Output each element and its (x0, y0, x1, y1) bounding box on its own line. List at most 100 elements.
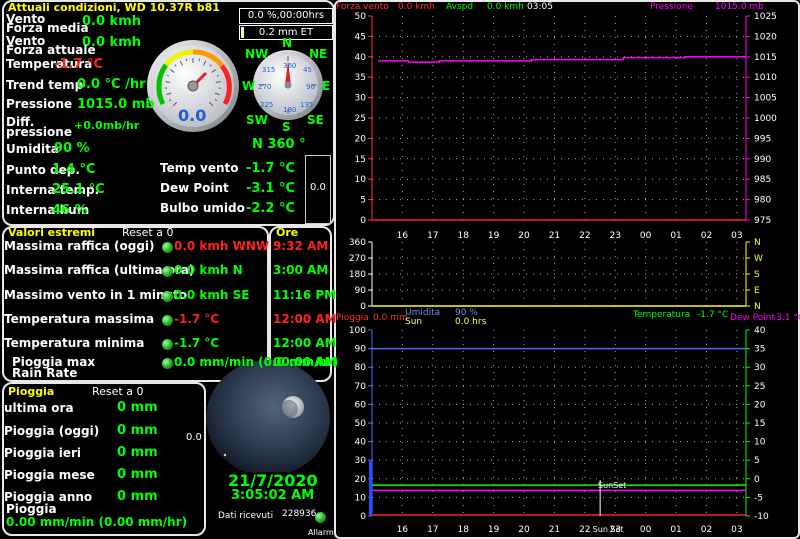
extremes-reset-link[interactable]: Reset a 0 (122, 226, 173, 239)
bottom-chart-x-label: 02 (701, 525, 712, 535)
bottom-chart-tick-label-right: 15 (754, 419, 765, 429)
top-chart-tick-label-left: 40 (355, 53, 367, 63)
wind-direction-readout: N 360 ° (252, 137, 306, 152)
compass-e: E (322, 79, 331, 93)
top-chart-x-label: 02 (701, 231, 712, 241)
compass-degree: 90 (306, 83, 315, 91)
compass-se: SE (307, 113, 324, 127)
extreme-value: 0.0 kmh WNW (174, 239, 270, 253)
compass-n: N (282, 36, 293, 50)
rain-rate-text: 0.0 %,00:00hrs (247, 10, 325, 21)
condition-value: 1015.0 mb (77, 97, 155, 112)
legend-temp-label: Temperatura (633, 310, 691, 320)
extreme-label: Massima raffica (oggi) (4, 239, 155, 253)
top-chart-tick-label-right: 990 (754, 155, 771, 165)
top-chart-x-label: 21 (549, 231, 560, 241)
extreme-time: 12:00 AM (273, 312, 337, 326)
rain-label: ultima ora (4, 401, 74, 415)
extreme-time: 00:00 AM (273, 355, 337, 369)
legend-rain-value: 0.0 mm (373, 313, 408, 323)
compass-degree: 225 (260, 101, 274, 109)
extreme-indicator-icon[interactable] (162, 266, 173, 277)
legend-wind-value: 0.0 kmh (398, 2, 435, 12)
top-chart-tick-label-right: 1020 (754, 32, 777, 42)
rain-side-value: 0.0 (186, 432, 202, 443)
condition-value: 46 % (52, 203, 88, 218)
bottom-chart-tick-label-right: -10 (754, 512, 769, 522)
top-chart-x-label: 16 (397, 231, 409, 241)
condition-label: Pressione (6, 97, 73, 111)
rain-reset-link[interactable]: Reset a 0 (92, 385, 143, 398)
bottom-chart-x-label: 03 (731, 525, 742, 535)
bottom-chart-tick-label-left: 40 (355, 438, 367, 448)
legend-sun-value: 0.0 hrs (455, 317, 487, 327)
condition-label: Umidita (6, 142, 59, 156)
condition-right-label: Temp vento (160, 161, 239, 175)
compass-w: W (242, 79, 256, 93)
bottom-chart-x-label: 20 (518, 525, 530, 535)
extreme-indicator-icon[interactable] (162, 242, 173, 253)
gauge-tick (166, 74, 170, 77)
top-chart-tick-label-right: 1010 (754, 73, 777, 83)
bottom-chart-tick-label-left: 60 (355, 400, 367, 410)
rain-rate-box: 0.0 %,00:00hrs (239, 8, 333, 24)
legend-pressure-value: 1015.0 mb (715, 2, 764, 12)
bottom-chart-tick-label-right: 40 (754, 326, 766, 336)
bottom-chart-x-label: 19 (488, 525, 500, 535)
legend-pressure-label: Pressione (650, 2, 693, 12)
gauge-tick (216, 74, 220, 77)
condition-label: pressione (6, 125, 72, 139)
bottom-chart-x-label: 16 (397, 525, 409, 535)
wind-dir-chart-tick-label-left: 90 (355, 286, 367, 296)
top-chart-tick-label-right: 980 (754, 196, 771, 206)
bottom-chart-tick-label-right: 10 (754, 438, 766, 448)
extreme-indicator-icon[interactable] (162, 291, 173, 302)
top-chart-x-label: 01 (670, 231, 681, 241)
extreme-label: Temperatura massima (4, 312, 155, 326)
extreme-indicator-icon[interactable] (162, 339, 173, 350)
bottom-chart-tick-label-left: 50 (355, 419, 367, 429)
legend-avg-value: 0.0 kmh (487, 2, 524, 12)
bottom-chart-tick-label-left: 10 (355, 493, 367, 503)
top-chart-tick-label-left: 0 (360, 216, 366, 226)
compass-ne: NE (309, 47, 328, 61)
alarm-indicator-icon[interactable] (315, 512, 326, 523)
rain-label: Pioggia anno (4, 490, 93, 504)
bottom-chart-tick-label-left: 30 (355, 456, 367, 466)
top-chart-tick-label-left: 15 (355, 155, 366, 165)
extreme-value: 0.0 kmh SE (174, 288, 250, 302)
top-chart-tick-label-right: 975 (754, 216, 771, 226)
alarm-label: Allarmi (308, 528, 336, 537)
data-received-label: Dati ricevuti (218, 511, 274, 521)
wind-dir-chart-tick-label-right: W (754, 254, 763, 264)
top-chart-tick-label-right: 1005 (754, 94, 777, 104)
top-chart-tick-label-left: 50 (355, 12, 367, 22)
extreme-indicator-icon[interactable] (162, 315, 173, 326)
top-chart-x-label: 22 (579, 231, 590, 241)
extreme-indicator-icon[interactable] (162, 358, 173, 369)
bottom-chart-tick-label-right: 20 (754, 400, 766, 410)
legend-rain-label: Pioggia (336, 313, 369, 323)
extreme-label: Massimo vento in 1 minuto (4, 288, 188, 302)
bottom-chart-tick-label-right: 30 (754, 363, 766, 373)
rain-title: Pioggia (8, 385, 55, 398)
extreme-time: 12:00 AM (273, 336, 337, 350)
compass-sw: SW (246, 113, 268, 127)
compass-degree: 270 (258, 83, 272, 91)
wind-gauge-readout: 0.0 (178, 106, 207, 125)
bottom-chart-tick-label-right: 25 (754, 382, 765, 392)
legend-time: 03:05 (527, 2, 553, 12)
condition-label: Trend temp (6, 78, 84, 92)
compass-degree: 360 (283, 62, 297, 70)
extreme-value: -1.7 °C (174, 312, 220, 326)
condition-right-value: -2.2 °C (246, 201, 295, 216)
bottom-chart-tick-label-left: 90 (355, 345, 367, 355)
extremes-title: Valori estremi (8, 226, 96, 239)
bottom-chart-x-label: 22 (579, 525, 590, 535)
top-chart-x-label: 20 (518, 231, 530, 241)
legend-temp-value: -1.7 °C (697, 310, 729, 320)
condition-value: 1.4 °C (52, 162, 96, 177)
compass-degree: 315 (262, 66, 276, 74)
rain-value: 0 mm (117, 423, 158, 438)
trend-charts: 50 102545 102040 101535 101030 100525 100020 99… (349, 12, 777, 535)
